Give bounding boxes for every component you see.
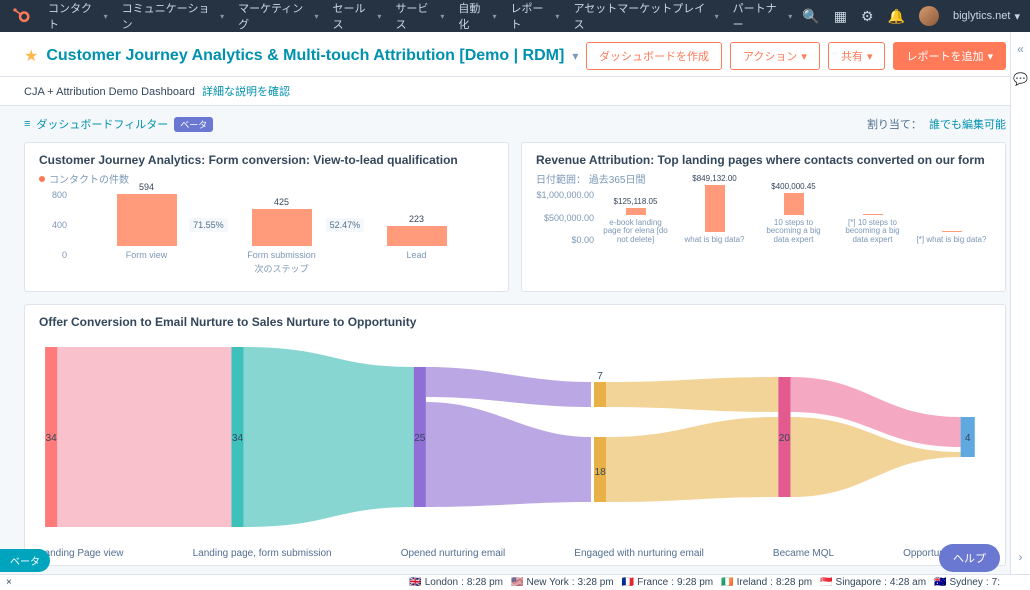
card-title: Revenue Attribution: Top landing pages w… xyxy=(536,153,991,167)
next-icon[interactable]: › xyxy=(1019,550,1023,564)
flow-1-2 xyxy=(244,347,414,527)
clock-france: 🇫🇷France: 9:28 pm xyxy=(622,577,714,588)
nav-marketing[interactable]: マーケティング▾ xyxy=(232,0,324,36)
sankey-chart: 34 34 25 7 18 20 4 Landing Page view Lan… xyxy=(39,337,991,537)
page-title: Customer Journey Analytics & Multi-touch… xyxy=(46,47,564,65)
share-button[interactable]: 共有 ▾ xyxy=(828,42,886,70)
flow-3b-4 xyxy=(606,417,778,502)
card-title: Customer Journey Analytics: Form convers… xyxy=(39,153,494,167)
comment-icon[interactable]: 💬 xyxy=(1013,72,1028,86)
card-title: Offer Conversion to Email Nurture to Sal… xyxy=(39,315,991,329)
close-icon[interactable]: × xyxy=(6,577,12,588)
node-3b-value: 18 xyxy=(594,467,606,478)
avatar[interactable] xyxy=(919,6,939,26)
nav-sales[interactable]: セールス▾ xyxy=(327,0,388,36)
conversion-arrow-2: 52.47% xyxy=(326,218,365,232)
right-rail: « 💬 › xyxy=(1010,32,1030,574)
filter-label[interactable]: ダッシュボードフィルター xyxy=(36,116,168,132)
account-menu[interactable]: biglytics.net▾ xyxy=(953,10,1020,23)
node-4-value: 20 xyxy=(779,433,791,444)
detail-link[interactable]: 詳細な説明を確認 xyxy=(202,86,290,98)
top-nav: コンタクト▾ コミュニケーション▾ マーケティング▾ セールス▾ サービス▾ 自… xyxy=(0,0,1030,32)
flow-2-3a xyxy=(426,367,591,407)
favorite-star-icon[interactable]: ★ xyxy=(24,46,38,66)
bar-rev-2 xyxy=(784,193,804,215)
node-2-value: 25 xyxy=(414,433,426,444)
chevron-down-icon: ▾ xyxy=(867,50,873,63)
flow-2-3b xyxy=(426,402,591,507)
chevron-down-icon: ▾ xyxy=(987,50,993,63)
marketplace-icon[interactable]: ▦ xyxy=(834,8,847,25)
subheader: CJA + Attribution Demo Dashboard 詳細な説明を確… xyxy=(0,77,1030,106)
title-dropdown-icon[interactable]: ▾ xyxy=(572,49,578,63)
nav-items: コンタクト▾ コミュニケーション▾ マーケティング▾ セールス▾ サービス▾ 自… xyxy=(42,0,798,36)
chevron-down-icon: ▾ xyxy=(801,50,807,63)
clock-ireland: 🇮🇪Ireland: 8:28 pm xyxy=(721,577,812,588)
filter-icon[interactable]: ≡ xyxy=(24,118,30,130)
beta-badge: ベータ xyxy=(174,117,213,132)
bar-rev-3 xyxy=(863,214,883,215)
nav-marketplace[interactable]: アセットマーケットプレイス▾ xyxy=(567,0,724,36)
page-header: ★ Customer Journey Analytics & Multi-tou… xyxy=(0,32,1030,77)
beta-tab[interactable]: ベータ xyxy=(0,549,50,572)
flow-0-1 xyxy=(57,347,231,527)
bar-lead xyxy=(387,226,447,246)
help-button[interactable]: ヘルプ xyxy=(939,544,1000,572)
add-report-button[interactable]: レポートを追加 ▾ xyxy=(893,42,1006,70)
legend-dot-icon xyxy=(39,176,45,182)
bar-form-submission xyxy=(252,209,312,246)
node-3a xyxy=(594,382,606,407)
notifications-icon[interactable]: 🔔 xyxy=(888,8,905,25)
node-1-value: 34 xyxy=(232,433,244,444)
nav-automation[interactable]: 自動化▾ xyxy=(452,0,502,36)
bar-rev-1 xyxy=(705,185,725,232)
funnel-chart: 800 400 0 594Form view 425Form submissio… xyxy=(39,190,494,290)
form-conversion-card: Customer Journey Analytics: Form convers… xyxy=(24,142,509,292)
search-icon[interactable]: 🔍 xyxy=(802,8,819,25)
node-0-value: 34 xyxy=(46,433,58,444)
clock-london: 🇬🇧London: 8:28 pm xyxy=(409,577,503,588)
create-dashboard-button[interactable]: ダッシュボードを作成 xyxy=(586,42,722,70)
assigned-link[interactable]: 誰でも編集可能 xyxy=(929,119,1006,131)
revenue-chart: $1,000,000.00 $500,000.00 $0.00 $125,118… xyxy=(536,190,991,290)
sankey-card: Offer Conversion to Email Nurture to Sal… xyxy=(24,304,1006,566)
collapse-icon[interactable]: « xyxy=(1017,42,1024,56)
nav-partner[interactable]: パートナー▾ xyxy=(727,0,799,36)
clock-singapore: 🇸🇬Singapore: 4:28 am xyxy=(820,577,926,588)
action-button[interactable]: アクション ▾ xyxy=(730,42,820,70)
nav-communication[interactable]: コミュニケーション▾ xyxy=(116,0,231,36)
conversion-arrow-1: 71.55% xyxy=(189,218,228,232)
world-clock-footer: × 🇬🇧London: 8:28 pm 🇺🇸New York: 3:28 pm … xyxy=(0,574,1030,590)
clock-sydney: 🇦🇺Sydney: 7: xyxy=(934,577,1000,588)
nav-report[interactable]: レポート▾ xyxy=(505,0,566,36)
bar-rev-4 xyxy=(942,231,962,232)
bar-rev-0 xyxy=(626,208,646,215)
clock-newyork: 🇺🇸New York: 3:28 pm xyxy=(511,577,614,588)
nav-contacts[interactable]: コンタクト▾ xyxy=(42,0,114,36)
bar-form-view xyxy=(117,194,177,246)
settings-icon[interactable]: ⚙ xyxy=(861,8,874,25)
node-3a-value: 7 xyxy=(597,371,603,382)
nav-service[interactable]: サービス▾ xyxy=(389,0,450,36)
filter-bar: ≡ ダッシュボードフィルター ベータ 割り当て： 誰でも編集可能 xyxy=(0,106,1030,142)
flow-3a-4 xyxy=(606,377,778,412)
node-5-value: 4 xyxy=(965,433,971,444)
hubspot-logo-icon[interactable] xyxy=(10,5,30,28)
revenue-attribution-card: Revenue Attribution: Top landing pages w… xyxy=(521,142,1006,292)
